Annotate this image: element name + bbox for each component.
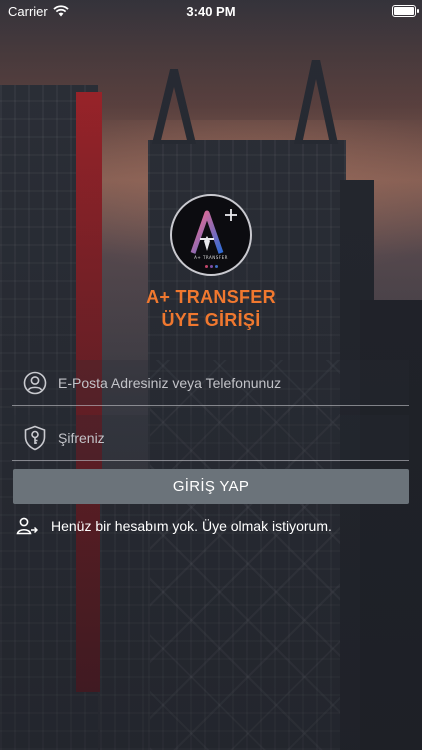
battery-icon <box>392 5 419 17</box>
login-button[interactable]: GİRİŞ YAP <box>13 469 409 504</box>
logo-brand-text: A+ TRANSFER <box>194 255 228 260</box>
user-add-icon <box>16 517 38 535</box>
email-field-row <box>12 360 409 406</box>
signup-link[interactable]: Henüz bir hesabım yok. Üye olmak istiyor… <box>16 517 332 535</box>
carrier-label: Carrier <box>8 3 48 19</box>
logo-dots <box>172 265 250 268</box>
signup-label: Henüz bir hesabım yok. Üye olmak istiyor… <box>51 518 332 534</box>
status-bar: Carrier 3:40 PM <box>0 0 422 22</box>
user-icon <box>22 370 48 396</box>
email-input[interactable] <box>58 374 409 391</box>
password-input[interactable] <box>58 429 409 446</box>
page-title: A+ TRANSFER <box>146 287 276 307</box>
wifi-icon <box>53 5 69 17</box>
page-subtitle: ÜYE GİRİŞİ <box>161 310 261 330</box>
key-shield-icon <box>22 425 48 451</box>
password-field-row <box>12 415 409 461</box>
brand-logo: A+ TRANSFER <box>170 194 252 276</box>
